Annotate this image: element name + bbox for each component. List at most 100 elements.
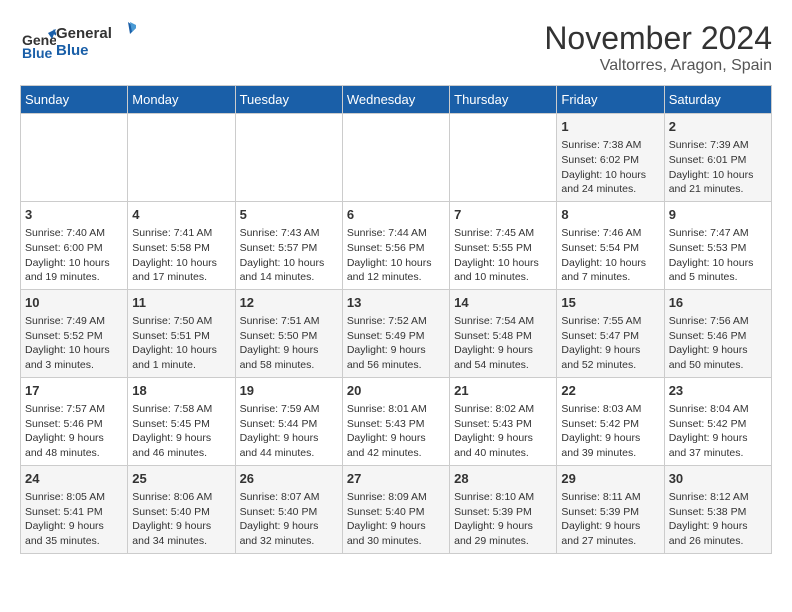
svg-text:General: General bbox=[56, 25, 112, 42]
calendar-cell: 28 Sunrise: 8:10 AM Sunset: 5:39 PM Dayli… bbox=[450, 465, 557, 553]
page-container: General Blue General Blue November 2024 … bbox=[0, 0, 792, 564]
day-number: 18 bbox=[132, 382, 230, 400]
calendar-cell: 3 Sunrise: 7:40 AM Sunset: 6:00 PM Daylig… bbox=[21, 201, 128, 289]
logo-icon: General Blue bbox=[20, 25, 56, 61]
calendar-week-2: 10 Sunrise: 7:49 AM Sunset: 5:52 PM Dayli… bbox=[21, 289, 772, 377]
day-number: 25 bbox=[132, 470, 230, 488]
day-info: Sunrise: 8:02 AM Sunset: 5:43 PM Dayligh… bbox=[454, 402, 552, 461]
day-number: 10 bbox=[25, 294, 123, 312]
day-info: Sunrise: 7:50 AM Sunset: 5:51 PM Dayligh… bbox=[132, 314, 230, 373]
calendar-cell: 29 Sunrise: 8:11 AM Sunset: 5:39 PM Dayli… bbox=[557, 465, 664, 553]
calendar-cell: 11Sunrise: 7:50 AM Sunset: 5:51 PM Dayli… bbox=[128, 289, 235, 377]
calendar-cell: 5Sunrise: 7:43 AM Sunset: 5:57 PM Daylig… bbox=[235, 201, 342, 289]
calendar-cell bbox=[21, 114, 128, 202]
calendar-cell: 15Sunrise: 7:55 AM Sunset: 5:47 PM Dayli… bbox=[557, 289, 664, 377]
day-number: 19 bbox=[240, 382, 338, 400]
header-sunday: Sunday bbox=[21, 86, 128, 114]
day-info: Sunrise: 7:45 AM Sunset: 5:55 PM Dayligh… bbox=[454, 226, 552, 285]
calendar-cell: 30Sunrise: 8:12 AM Sunset: 5:38 PM Dayli… bbox=[664, 465, 771, 553]
calendar-week-4: 24Sunrise: 8:05 AM Sunset: 5:41 PM Dayli… bbox=[21, 465, 772, 553]
calendar-cell bbox=[342, 114, 449, 202]
calendar-cell: 6 Sunrise: 7:44 AM Sunset: 5:56 PM Daylig… bbox=[342, 201, 449, 289]
calendar-cell: 21 Sunrise: 8:02 AM Sunset: 5:43 PM Dayli… bbox=[450, 377, 557, 465]
svg-text:Blue: Blue bbox=[56, 42, 89, 59]
calendar-cell: 16 Sunrise: 7:56 AM Sunset: 5:46 PM Dayli… bbox=[664, 289, 771, 377]
day-number: 2 bbox=[669, 118, 767, 136]
day-info: Sunrise: 7:40 AM Sunset: 6:00 PM Dayligh… bbox=[25, 226, 123, 285]
day-info: Sunrise: 7:38 AM Sunset: 6:02 PM Dayligh… bbox=[561, 138, 659, 197]
day-info: Sunrise: 7:51 AM Sunset: 5:50 PM Dayligh… bbox=[240, 314, 338, 373]
day-info: Sunrise: 8:12 AM Sunset: 5:38 PM Dayligh… bbox=[669, 490, 767, 549]
calendar-week-3: 17 Sunrise: 7:57 AM Sunset: 5:46 PM Dayli… bbox=[21, 377, 772, 465]
day-info: Sunrise: 7:46 AM Sunset: 5:54 PM Dayligh… bbox=[561, 226, 659, 285]
calendar-cell bbox=[235, 114, 342, 202]
calendar-cell: 17 Sunrise: 7:57 AM Sunset: 5:46 PM Dayli… bbox=[21, 377, 128, 465]
calendar-cell: 2 Sunrise: 7:39 AM Sunset: 6:01 PM Daylig… bbox=[664, 114, 771, 202]
calendar-cell: 7 Sunrise: 7:45 AM Sunset: 5:55 PM Daylig… bbox=[450, 201, 557, 289]
day-number: 3 bbox=[25, 206, 123, 224]
day-number: 20 bbox=[347, 382, 445, 400]
calendar-cell: 25 Sunrise: 8:06 AM Sunset: 5:40 PM Dayli… bbox=[128, 465, 235, 553]
day-info: Sunrise: 7:41 AM Sunset: 5:58 PM Dayligh… bbox=[132, 226, 230, 285]
calendar-cell: 18 Sunrise: 7:58 AM Sunset: 5:45 PM Dayli… bbox=[128, 377, 235, 465]
day-info: Sunrise: 8:10 AM Sunset: 5:39 PM Dayligh… bbox=[454, 490, 552, 549]
calendar-cell: 22Sunrise: 8:03 AM Sunset: 5:42 PM Dayli… bbox=[557, 377, 664, 465]
day-info: Sunrise: 7:52 AM Sunset: 5:49 PM Dayligh… bbox=[347, 314, 445, 373]
calendar-table: Sunday Monday Tuesday Wednesday Thursday… bbox=[20, 85, 772, 554]
days-header-row: Sunday Monday Tuesday Wednesday Thursday… bbox=[21, 86, 772, 114]
day-number: 4 bbox=[132, 206, 230, 224]
day-info: Sunrise: 8:04 AM Sunset: 5:42 PM Dayligh… bbox=[669, 402, 767, 461]
day-number: 29 bbox=[561, 470, 659, 488]
day-info: Sunrise: 7:59 AM Sunset: 5:44 PM Dayligh… bbox=[240, 402, 338, 461]
day-number: 16 bbox=[669, 294, 767, 312]
calendar-cell: 12 Sunrise: 7:51 AM Sunset: 5:50 PM Dayli… bbox=[235, 289, 342, 377]
day-info: Sunrise: 7:39 AM Sunset: 6:01 PM Dayligh… bbox=[669, 138, 767, 197]
day-number: 1 bbox=[561, 118, 659, 136]
day-info: Sunrise: 8:01 AM Sunset: 5:43 PM Dayligh… bbox=[347, 402, 445, 461]
day-number: 9 bbox=[669, 206, 767, 224]
day-number: 17 bbox=[25, 382, 123, 400]
day-number: 7 bbox=[454, 206, 552, 224]
day-info: Sunrise: 8:06 AM Sunset: 5:40 PM Dayligh… bbox=[132, 490, 230, 549]
calendar-cell: 27 Sunrise: 8:09 AM Sunset: 5:40 PM Dayli… bbox=[342, 465, 449, 553]
day-info: Sunrise: 7:47 AM Sunset: 5:53 PM Dayligh… bbox=[669, 226, 767, 285]
day-info: Sunrise: 7:55 AM Sunset: 5:47 PM Dayligh… bbox=[561, 314, 659, 373]
day-number: 8 bbox=[561, 206, 659, 224]
day-info: Sunrise: 8:07 AM Sunset: 5:40 PM Dayligh… bbox=[240, 490, 338, 549]
logo: General Blue General Blue bbox=[20, 20, 136, 65]
day-info: Sunrise: 8:03 AM Sunset: 5:42 PM Dayligh… bbox=[561, 402, 659, 461]
header-monday: Monday bbox=[128, 86, 235, 114]
day-number: 26 bbox=[240, 470, 338, 488]
calendar-cell: 1 Sunrise: 7:38 AM Sunset: 6:02 PM Daylig… bbox=[557, 114, 664, 202]
day-info: Sunrise: 8:09 AM Sunset: 5:40 PM Dayligh… bbox=[347, 490, 445, 549]
day-number: 6 bbox=[347, 206, 445, 224]
day-number: 12 bbox=[240, 294, 338, 312]
day-number: 28 bbox=[454, 470, 552, 488]
day-number: 21 bbox=[454, 382, 552, 400]
day-info: Sunrise: 7:54 AM Sunset: 5:48 PM Dayligh… bbox=[454, 314, 552, 373]
calendar-week-0: 1 Sunrise: 7:38 AM Sunset: 6:02 PM Daylig… bbox=[21, 114, 772, 202]
day-number: 27 bbox=[347, 470, 445, 488]
day-info: Sunrise: 7:49 AM Sunset: 5:52 PM Dayligh… bbox=[25, 314, 123, 373]
day-number: 13 bbox=[347, 294, 445, 312]
calendar-cell bbox=[128, 114, 235, 202]
day-number: 14 bbox=[454, 294, 552, 312]
day-number: 24 bbox=[25, 470, 123, 488]
month-title: November 2024 bbox=[544, 20, 772, 57]
logo-graphic: General Blue bbox=[56, 20, 136, 60]
svg-text:Blue: Blue bbox=[22, 45, 53, 61]
calendar-cell: 4 Sunrise: 7:41 AM Sunset: 5:58 PM Daylig… bbox=[128, 201, 235, 289]
title-block: November 2024 Valtorres, Aragon, Spain bbox=[544, 20, 772, 75]
day-info: Sunrise: 8:11 AM Sunset: 5:39 PM Dayligh… bbox=[561, 490, 659, 549]
calendar-cell bbox=[450, 114, 557, 202]
header-wednesday: Wednesday bbox=[342, 86, 449, 114]
header-thursday: Thursday bbox=[450, 86, 557, 114]
header-saturday: Saturday bbox=[664, 86, 771, 114]
day-info: Sunrise: 7:58 AM Sunset: 5:45 PM Dayligh… bbox=[132, 402, 230, 461]
day-info: Sunrise: 7:57 AM Sunset: 5:46 PM Dayligh… bbox=[25, 402, 123, 461]
day-info: Sunrise: 7:56 AM Sunset: 5:46 PM Dayligh… bbox=[669, 314, 767, 373]
calendar-cell: 10 Sunrise: 7:49 AM Sunset: 5:52 PM Dayli… bbox=[21, 289, 128, 377]
calendar-cell: 24Sunrise: 8:05 AM Sunset: 5:41 PM Dayli… bbox=[21, 465, 128, 553]
calendar-cell: 19 Sunrise: 7:59 AM Sunset: 5:44 PM Dayli… bbox=[235, 377, 342, 465]
day-info: Sunrise: 7:44 AM Sunset: 5:56 PM Dayligh… bbox=[347, 226, 445, 285]
